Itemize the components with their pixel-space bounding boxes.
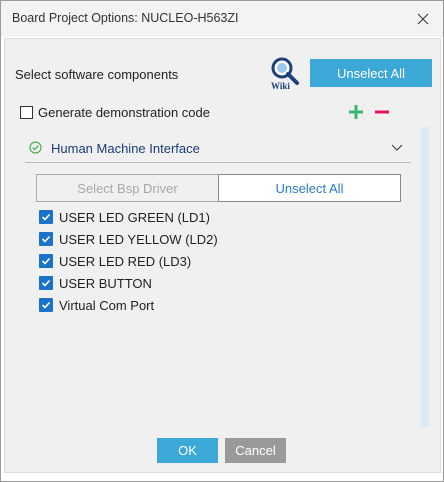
list-item[interactable]: USER LED GREEN (LD1)	[39, 206, 218, 228]
title-bar: Board Project Options: NUCLEO-H563ZI	[1, 1, 443, 37]
unselect-all-button[interactable]: Unselect All	[310, 59, 432, 87]
demo-code-option[interactable]: Generate demonstration code	[20, 105, 210, 120]
window-title: Board Project Options: NUCLEO-H563ZI	[12, 11, 239, 25]
list-item[interactable]: USER LED RED (LD3)	[39, 250, 218, 272]
demo-code-checkbox[interactable]	[20, 106, 33, 119]
check-circle-icon	[29, 141, 42, 154]
driver-checkbox[interactable]	[39, 210, 53, 224]
driver-checkbox[interactable]	[39, 232, 53, 246]
plus-icon[interactable]	[348, 104, 364, 120]
dialog-body: Select software components Wiki Unselect…	[4, 38, 441, 473]
driver-checkbox[interactable]	[39, 298, 53, 312]
unselect-all-bsp-button[interactable]: Unselect All	[218, 174, 401, 202]
demo-code-label: Generate demonstration code	[38, 105, 210, 120]
driver-checkbox[interactable]	[39, 276, 53, 290]
list-item[interactable]: USER BUTTON	[39, 272, 218, 294]
list-item[interactable]: Virtual Com Port	[39, 294, 218, 316]
group-label: Human Machine Interface	[51, 141, 200, 156]
ok-button[interactable]: OK	[157, 438, 218, 463]
driver-checkbox[interactable]	[39, 254, 53, 268]
minus-icon[interactable]	[374, 104, 390, 120]
wiki-label: Wiki	[271, 81, 290, 90]
driver-label: USER LED RED (LD3)	[59, 253, 192, 269]
component-group-header[interactable]: Human Machine Interface	[25, 135, 411, 163]
scroll-track[interactable]	[421, 127, 429, 427]
driver-label: USER LED GREEN (LD1)	[59, 209, 210, 225]
chevron-down-icon[interactable]	[391, 141, 403, 153]
driver-label: USER BUTTON	[59, 275, 152, 291]
cancel-button[interactable]: Cancel	[225, 438, 286, 463]
select-bsp-driver-button[interactable]: Select Bsp Driver	[36, 174, 219, 202]
driver-label: USER LED YELLOW (LD2)	[59, 231, 218, 247]
dialog-window: Board Project Options: NUCLEO-H563ZI Sel…	[0, 0, 444, 482]
driver-list: USER LED GREEN (LD1) USER LED YELLOW (LD…	[39, 206, 218, 316]
section-title: Select software components	[15, 67, 179, 82]
close-icon[interactable]	[411, 7, 435, 31]
driver-label: Virtual Com Port	[59, 297, 155, 313]
list-item[interactable]: USER LED YELLOW (LD2)	[39, 228, 218, 250]
wiki-search-icon[interactable]: Wiki	[269, 56, 303, 91]
